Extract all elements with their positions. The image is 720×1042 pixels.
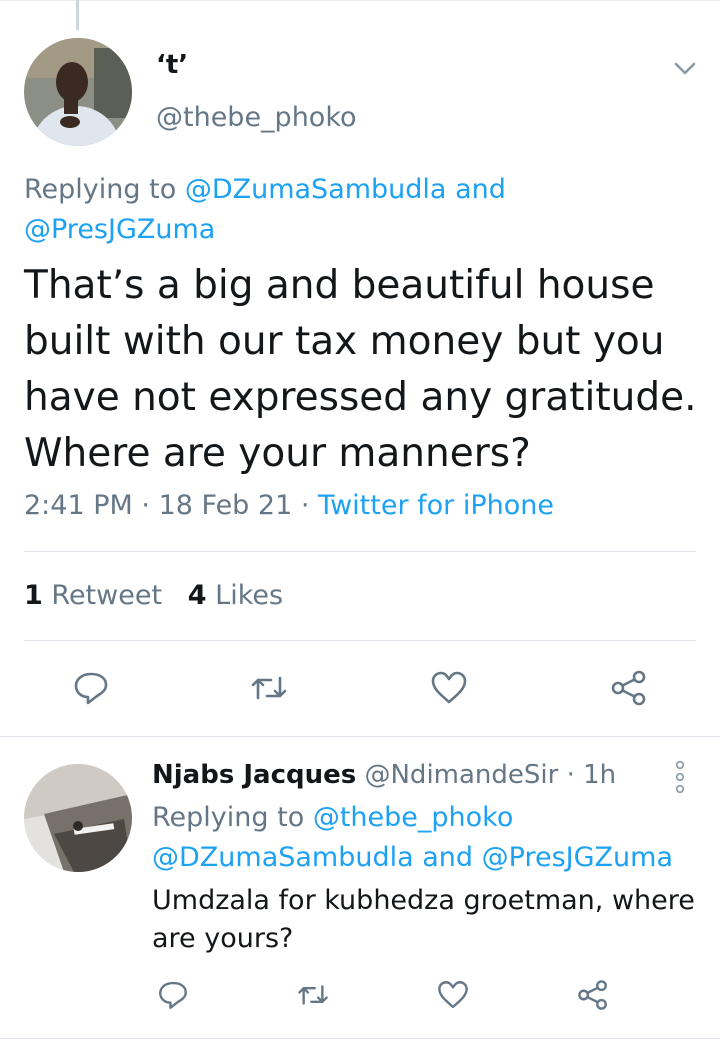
avatar-image (24, 38, 132, 146)
chevron-down-icon[interactable] (670, 54, 700, 84)
reply-handle[interactable]: @NdimandeSir (364, 760, 558, 790)
reply-header: Njabs Jacques @NdimandeSir · 1h (152, 760, 616, 790)
reply-text: Umdzala for kubhedza groetman, where are… (152, 885, 695, 954)
retweet-count: 1 (24, 580, 43, 611)
tweet-meta: 2:41 PM · 18 Feb 21 · Twitter for iPhone (24, 490, 554, 521)
like-icon (431, 671, 467, 704)
like-count: 4 (187, 580, 207, 611)
tweet-source[interactable]: Twitter for iPhone (318, 490, 554, 521)
tweet-stats: 1 Retweet 4 Likes (24, 580, 283, 611)
replying-to: Replying to @thebe_phoko @DZumaSambudla … (152, 798, 712, 878)
replying-prefix: Replying to (152, 802, 305, 833)
retweet-button[interactable] (296, 978, 336, 1018)
replying-to: Replying to @DZumaSambudla and @PresJGZu… (24, 170, 664, 250)
replying-prefix: Replying to (24, 174, 177, 205)
reply-button[interactable] (68, 665, 114, 711)
top-border (0, 0, 720, 1)
tweet-date[interactable]: 18 Feb 21 (159, 490, 293, 521)
tweet-time[interactable]: 2:41 PM (24, 490, 133, 521)
divider (0, 736, 720, 737)
like-label: Likes (215, 580, 284, 611)
share-icon (578, 980, 607, 1010)
replying-and[interactable]: and (455, 174, 506, 205)
reply-age: 1h (583, 760, 617, 790)
divider (24, 551, 696, 552)
share-button[interactable] (576, 978, 616, 1018)
retweet-button[interactable] (246, 665, 292, 711)
meta-separator: · (300, 490, 310, 521)
tweet-text: That’s a big and beautiful house built w… (24, 263, 697, 476)
retweet-icon (298, 985, 328, 1005)
like-button[interactable] (436, 978, 476, 1018)
divider (0, 1038, 720, 1039)
meta-separator: · (566, 760, 575, 790)
divider (24, 640, 696, 641)
retweet-stat[interactable]: 1 Retweet (24, 580, 162, 611)
like-button[interactable] (426, 665, 472, 711)
more-vertical-icon[interactable] (672, 760, 688, 794)
mention-link[interactable]: @thebe_phoko (313, 802, 514, 833)
avatar-image (24, 764, 132, 872)
mention-link[interactable]: @PresJGZuma (24, 214, 215, 245)
like-stat[interactable]: 4 Likes (188, 580, 283, 611)
mention-link[interactable]: @PresJGZuma (482, 842, 673, 873)
mention-link[interactable]: @DZumaSambudla (152, 842, 414, 873)
replying-and[interactable]: and (422, 842, 473, 873)
display-name[interactable]: ‘t’ (156, 50, 188, 80)
like-icon (438, 981, 468, 1009)
meta-separator: · (141, 490, 150, 521)
retweet-label: Retweet (51, 580, 163, 611)
retweet-icon (251, 676, 287, 700)
thread-line (76, 0, 79, 30)
user-handle[interactable]: @thebe_phoko (156, 102, 357, 133)
reply-display-name[interactable]: Njabs Jacques (152, 760, 356, 790)
share-button[interactable] (606, 665, 652, 711)
reply-button[interactable] (156, 978, 196, 1018)
share-icon (611, 670, 646, 706)
avatar[interactable] (24, 764, 132, 872)
reply-icon (159, 981, 187, 1009)
mention-link[interactable]: @DZumaSambudla (185, 174, 447, 205)
reply-icon (74, 672, 108, 705)
avatar[interactable] (24, 38, 132, 146)
